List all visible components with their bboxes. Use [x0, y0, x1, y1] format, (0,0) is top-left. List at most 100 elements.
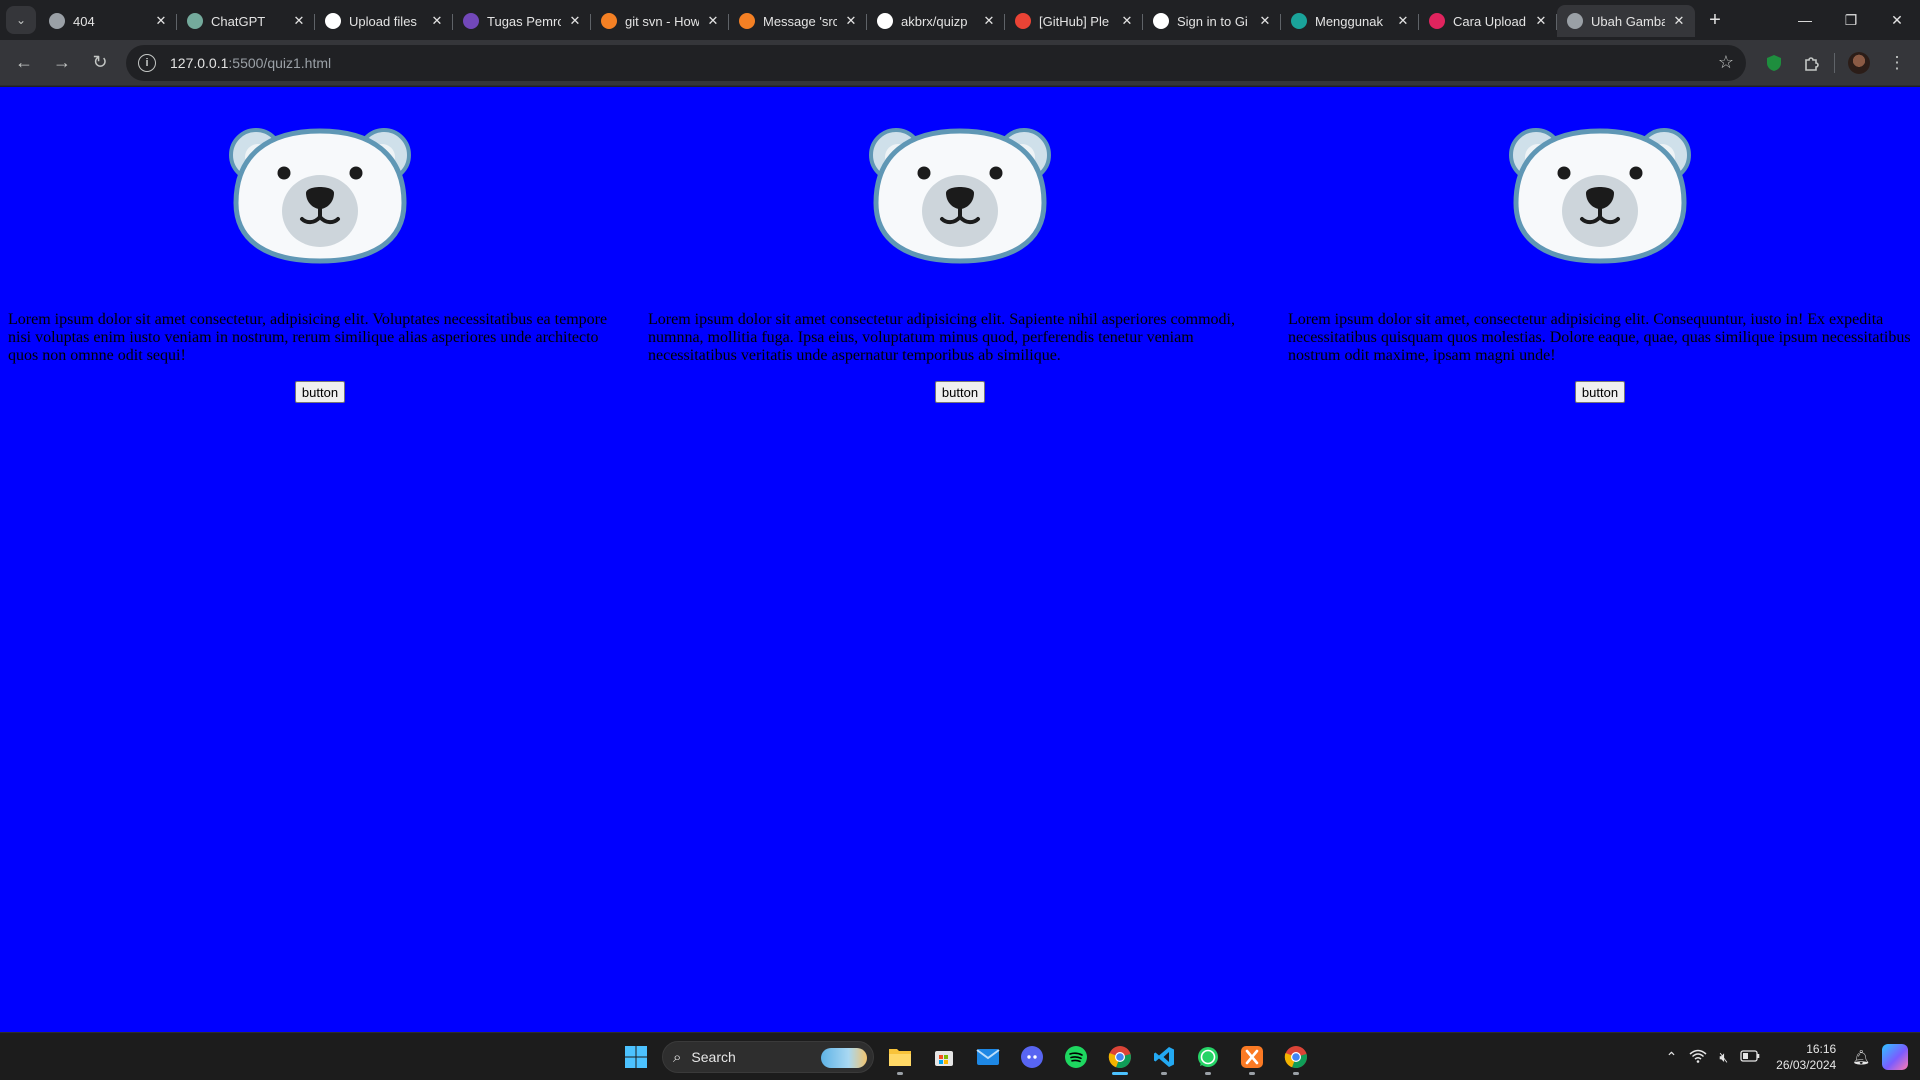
tab-close-icon[interactable]: ✕	[1119, 13, 1135, 29]
tab-search-button[interactable]: ⌄	[6, 6, 36, 34]
tab-title: Upload files	[349, 13, 417, 29]
tab-close-icon[interactable]: ✕	[1533, 13, 1549, 29]
windows-taskbar: ⌕ Search ⌃ 🔇︎ 16:16 26/03/2024 🔔︎	[0, 1032, 1920, 1080]
search-label: Search	[691, 1049, 736, 1065]
browser-tab[interactable]: Menggunak ✕	[1281, 5, 1419, 37]
tab-close-icon[interactable]: ✕	[1671, 13, 1687, 29]
wifi-icon[interactable]	[1689, 1049, 1707, 1066]
tab-list: 404 ✕ ChatGPT ✕ Upload files ✕ Tugas Pemro ✕ git…	[39, 5, 1695, 40]
tab-close-icon[interactable]: ✕	[1257, 13, 1273, 29]
browser-tab[interactable]: Tugas Pemro ✕	[453, 5, 591, 37]
forward-button[interactable]: →	[44, 45, 80, 81]
avatar	[1848, 51, 1870, 74]
mail-icon[interactable]	[968, 1037, 1008, 1077]
restore-button[interactable]: ❐	[1828, 0, 1874, 40]
tab-strip: ⌄ 404 ✕ ChatGPT ✕ Upload files ✕ Tugas Pemro ✕ g…	[0, 0, 1920, 40]
tab-close-icon[interactable]: ✕	[567, 13, 583, 29]
windows-logo-icon	[625, 1046, 647, 1068]
close-window-button[interactable]: ✕	[1874, 0, 1920, 40]
card-button[interactable]: button	[1574, 381, 1626, 403]
vscode-icon[interactable]	[1144, 1037, 1184, 1077]
notification-bell-icon[interactable]: 🔔︎	[1852, 1049, 1870, 1066]
search-highlight-image	[821, 1048, 867, 1068]
card-text: Lorem ipsum dolor sit amet consectetur a…	[648, 311, 1235, 364]
tab-close-icon[interactable]: ✕	[981, 13, 997, 29]
tab-title: Sign in to Gi	[1177, 13, 1248, 29]
site-info-icon[interactable]: i	[138, 53, 156, 72]
app-icon	[1291, 13, 1307, 29]
browser-tab[interactable]: Sign in to Gi ✕	[1143, 5, 1281, 37]
github-icon	[325, 13, 341, 29]
plus-icon: +	[1709, 8, 1721, 31]
browser-tab[interactable]: Cara Upload ✕	[1419, 5, 1557, 37]
tab-close-icon[interactable]: ✕	[1395, 13, 1411, 29]
address-bar[interactable]: i 127.0.0.1:5500/quiz1.html ☆	[126, 44, 1746, 81]
clock-time: 16:16	[1806, 1042, 1837, 1056]
spotify-icon[interactable]	[1056, 1037, 1096, 1077]
chrome-icon[interactable]	[1276, 1037, 1316, 1077]
speaker-muted-icon[interactable]: 🔇︎	[1719, 1049, 1728, 1066]
taskbar-search[interactable]: ⌕ Search	[662, 1041, 874, 1073]
tab-close-icon[interactable]: ✕	[153, 13, 169, 29]
bookmark-star-icon[interactable]: ☆	[1718, 52, 1734, 73]
whatsapp-icon[interactable]	[1188, 1037, 1228, 1077]
tab-title: akbrx/quizp	[901, 13, 968, 29]
browser-tab[interactable]: [GitHub] Ple ✕	[1005, 5, 1143, 37]
profile-avatar[interactable]	[1841, 45, 1877, 81]
card-button[interactable]: button	[294, 381, 346, 403]
content-card: Lorem ipsum dolor sit amet, consectetur …	[1280, 87, 1920, 403]
toolbar-divider	[1834, 52, 1835, 73]
tab-title: Ubah Gamba	[1591, 13, 1665, 29]
gmail-icon	[1015, 13, 1031, 29]
tab-close-icon[interactable]: ✕	[705, 13, 721, 29]
tab-close-icon[interactable]: ✕	[291, 13, 307, 29]
card-grid: Lorem ipsum dolor sit amet consectetur, …	[0, 87, 1920, 403]
browser-tab[interactable]: ChatGPT ✕	[177, 5, 315, 37]
browser-tab[interactable]: Upload files ✕	[315, 5, 453, 37]
file-explorer-icon[interactable]	[880, 1037, 920, 1077]
card-text: Lorem ipsum dolor sit amet, consectetur …	[1288, 311, 1911, 364]
browser-tab[interactable]: Ubah Gamba ✕	[1557, 5, 1695, 37]
card-button[interactable]: button	[934, 381, 986, 403]
tab-close-icon[interactable]: ✕	[843, 13, 859, 29]
tab-title: Menggunak	[1315, 13, 1383, 29]
globe-icon	[49, 13, 65, 29]
tab-title: ChatGPT	[211, 13, 266, 29]
copilot-icon[interactable]	[1882, 1044, 1908, 1070]
page-viewport: Lorem ipsum dolor sit amet consectetur, …	[0, 87, 1920, 1032]
browser-tab[interactable]: akbrx/quizp ✕	[867, 5, 1005, 37]
stackoverflow-icon	[739, 13, 755, 29]
microsoft-store-icon[interactable]	[924, 1037, 964, 1077]
browser-tab[interactable]: git svn - How ✕	[591, 5, 729, 37]
content-card: Lorem ipsum dolor sit amet consectetur, …	[0, 87, 640, 403]
minimize-button[interactable]: —	[1782, 0, 1828, 40]
extensions-puzzle-icon[interactable]	[1794, 45, 1830, 81]
tab-close-icon[interactable]: ✕	[429, 13, 445, 29]
xampp-icon[interactable]	[1232, 1037, 1272, 1077]
card-text: Lorem ipsum dolor sit amet consectetur, …	[8, 311, 608, 364]
battery-icon[interactable]	[1740, 1049, 1760, 1065]
start-button[interactable]	[616, 1037, 656, 1077]
close-icon: ✕	[1891, 11, 1903, 28]
tab-title: 404	[73, 13, 95, 29]
reload-button[interactable]: ↻	[82, 45, 118, 81]
extension-shield-icon[interactable]	[1756, 45, 1792, 81]
menu-kebab-icon[interactable]: ⋮	[1879, 45, 1915, 81]
clock-date: 26/03/2024	[1776, 1058, 1837, 1072]
back-button[interactable]: ←	[6, 45, 42, 81]
tab-title: Cara Upload	[1453, 13, 1526, 29]
chevron-up-icon[interactable]: ⌃	[1666, 1049, 1678, 1066]
clock[interactable]: 16:16 26/03/2024	[1776, 1041, 1836, 1073]
chrome-icon[interactable]	[1100, 1037, 1140, 1077]
browser-tab[interactable]: Message 'src ✕	[729, 5, 867, 37]
tab-title: Message 'src	[763, 13, 837, 29]
discord-icon[interactable]	[1012, 1037, 1052, 1077]
forms-icon	[463, 13, 479, 29]
tab-title: Tugas Pemro	[487, 13, 561, 29]
new-tab-button[interactable]: +	[1701, 6, 1729, 34]
taskbar-center: ⌕ Search	[614, 1033, 1318, 1080]
globe-icon	[1567, 13, 1583, 29]
reload-icon: ↻	[92, 52, 108, 72]
browser-tab[interactable]: 404 ✕	[39, 5, 177, 37]
url-path: :5500/quiz1.html	[228, 54, 332, 71]
